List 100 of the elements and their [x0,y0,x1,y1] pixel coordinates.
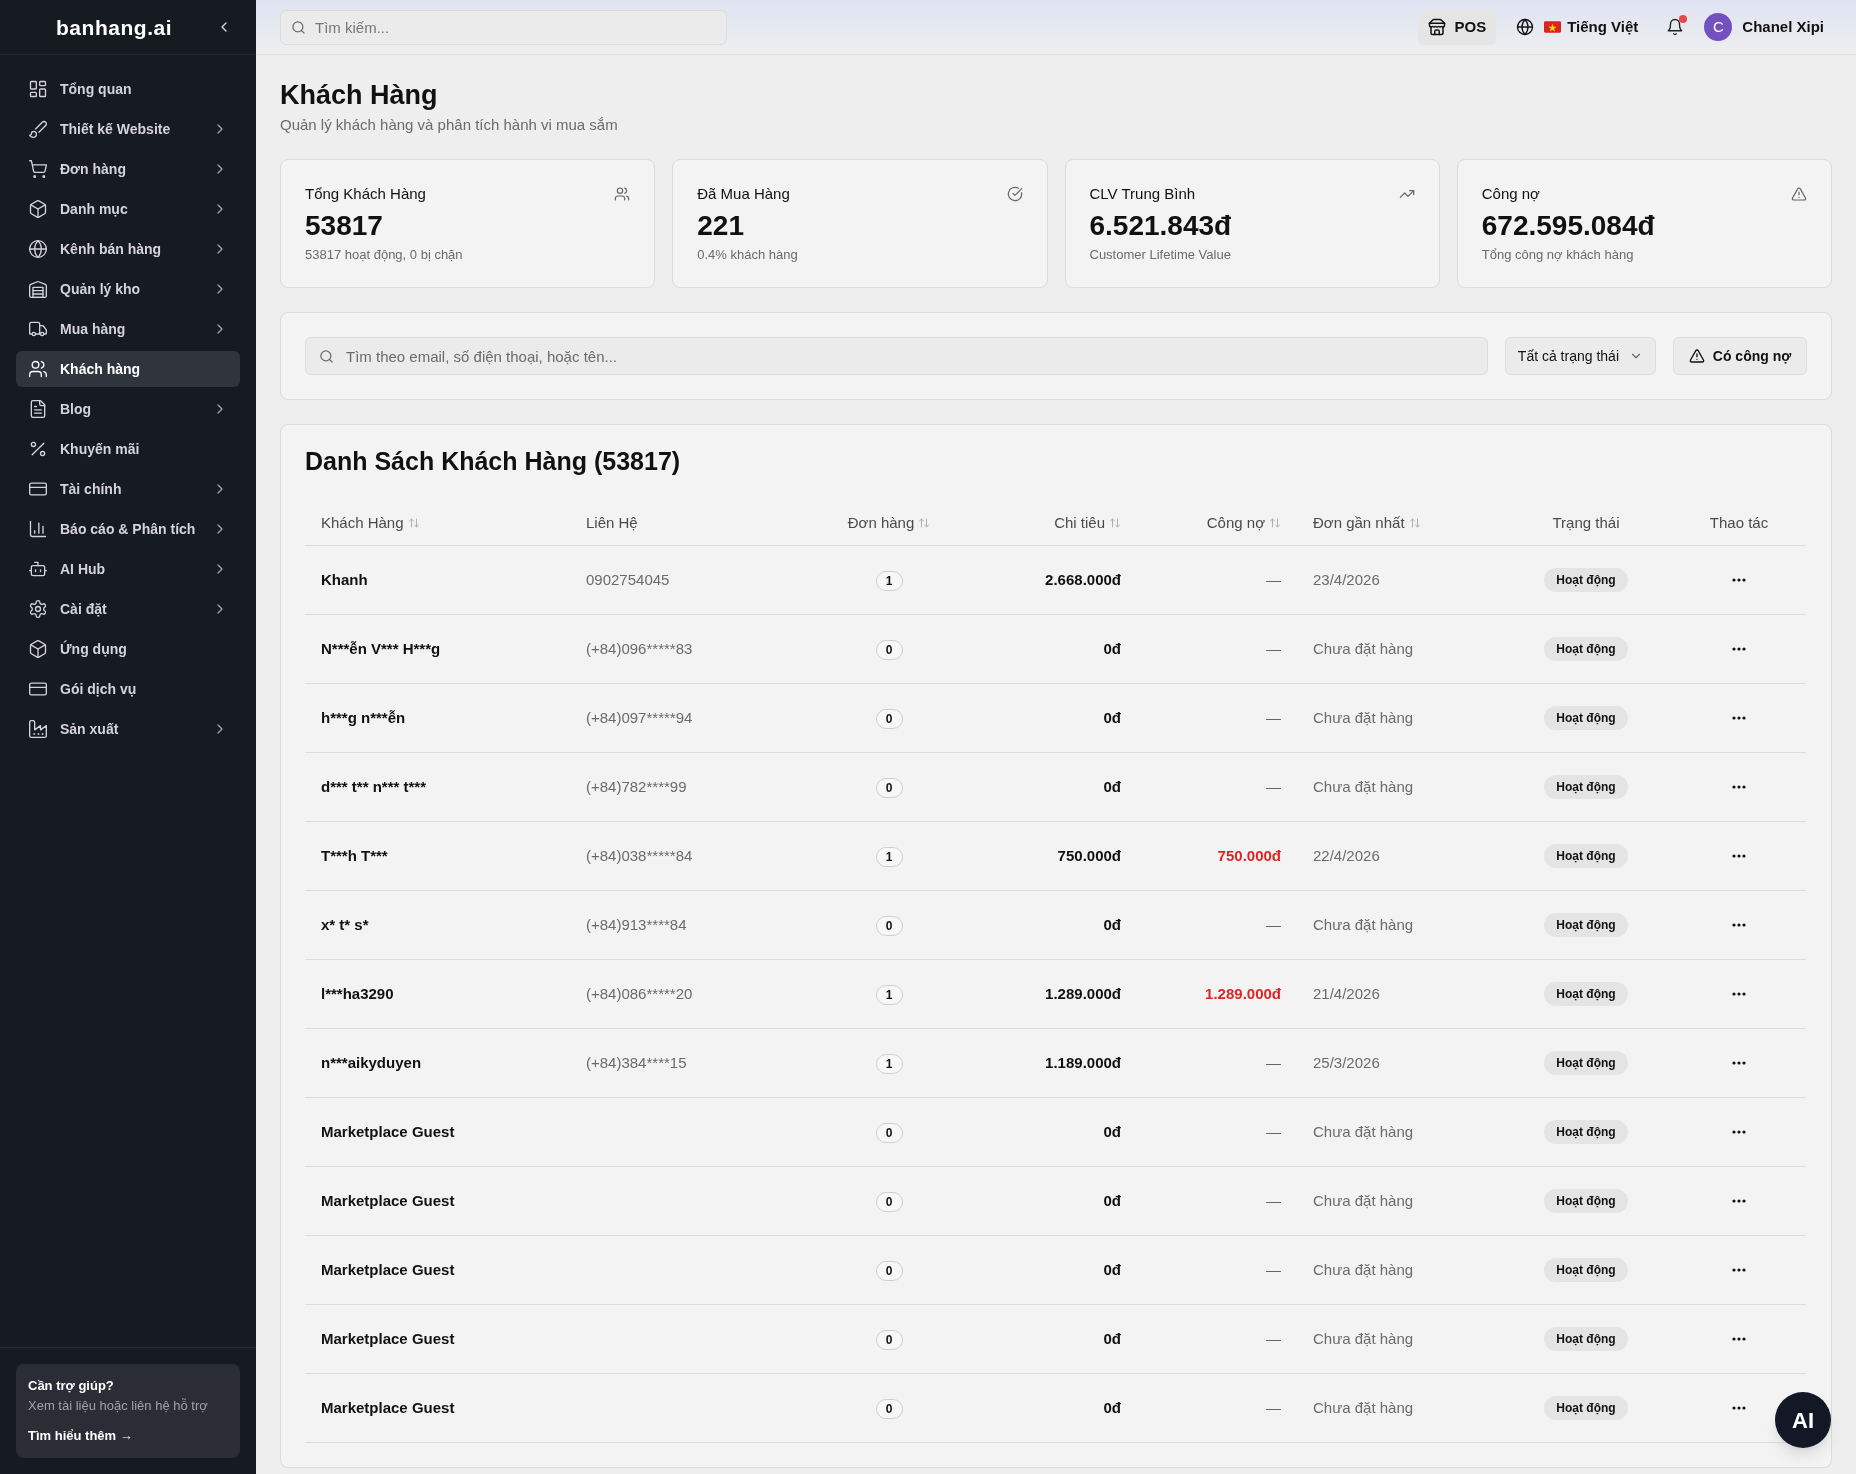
status-badge: Hoạt động [1544,1258,1628,1282]
box-icon [28,199,48,219]
customer-name[interactable]: Khanh [321,570,368,588]
sidebar-item[interactable]: Khách hàng [16,351,240,387]
more-icon[interactable] [1732,923,1746,928]
customer-name[interactable]: Marketplace Guest [321,1398,455,1416]
sidebar-item[interactable]: Gói dịch vụ [16,671,240,707]
more-icon[interactable] [1732,578,1746,583]
spent-amount: 0đ [1103,1260,1121,1278]
sidebar-item[interactable]: Danh mục [16,191,240,227]
last-order-date: 23/4/2026 [1313,570,1380,588]
more-icon[interactable] [1732,1130,1746,1135]
warehouse-icon [28,279,48,299]
bell-icon [1666,18,1685,36]
column-header: Trạng thái [1552,512,1620,533]
sidebar-item[interactable]: Tài chính [16,471,240,507]
customer-name[interactable]: h***g n***ễn [321,708,406,726]
learn-more-link[interactable]: Tìm hiểu thêm → [28,1426,133,1446]
column-header[interactable]: Công nợ [1206,511,1281,535]
more-icon[interactable] [1732,1061,1746,1066]
last-order-date: Chưa đặt hàng [1313,915,1414,933]
sidebar-item[interactable]: Mua hàng [16,311,240,347]
sidebar-item[interactable]: Báo cáo & Phân tích [16,511,240,547]
order-count-badge: 1 [875,1053,903,1074]
more-icon[interactable] [1732,647,1746,652]
last-order-date: Chưa đặt hàng [1313,1191,1414,1209]
order-count-badge: 0 [875,1329,903,1350]
pos-button[interactable]: POS [1418,9,1497,45]
status-badge: Hoạt động [1544,775,1628,799]
more-icon[interactable] [1732,992,1746,997]
last-order-date: Chưa đặt hàng [1313,639,1414,657]
sidebar-item[interactable]: Kênh bán hàng [16,231,240,267]
customer-search-field[interactable]: Tìm theo email, số điện thoại, hoặc tên... [305,337,1488,375]
customer-name[interactable]: Marketplace Guest [321,1329,455,1347]
debt-amount: — [1266,915,1281,933]
stat-value: 672.595.084đ [1481,209,1656,243]
more-icon[interactable] [1732,785,1746,790]
sidebar-item[interactable]: AI Hub [16,551,240,587]
last-order-date: Chưa đặt hàng [1313,1398,1414,1416]
customer-name[interactable]: d*** t** n*** t*** [321,777,427,795]
sidebar-item[interactable]: Blog [16,391,240,427]
check-circle-icon [1006,186,1023,202]
sidebar-item[interactable]: Khuyến mãi [16,431,240,467]
last-order-date: 21/4/2026 [1313,984,1380,1002]
column-header: Liên Hệ [586,512,638,533]
status-select[interactable]: Tất cả trạng thái [1504,337,1656,375]
stat-label: Tổng Khách Hàng [305,184,426,204]
bar-chart-icon [28,519,48,539]
phone-number: (+84)913****84 [586,915,687,933]
stat-label: Đã Mua Hàng [697,184,790,204]
sidebar-item[interactable]: Cài đặt [16,591,240,627]
logo[interactable]: banhang.ai [56,16,173,38]
order-count-badge: 0 [875,777,903,798]
spent-amount: 1.289.000đ [1045,984,1121,1002]
more-icon[interactable] [1732,1199,1746,1204]
customer-name[interactable]: T***h T*** [321,846,388,864]
sidebar-item[interactable]: Thiết kế Website [16,111,240,147]
percent-icon [28,439,48,459]
spent-amount: 0đ [1103,1329,1121,1347]
order-count-badge: 1 [875,570,903,591]
customer-name[interactable]: Marketplace Guest [321,1260,455,1278]
more-icon[interactable] [1732,1406,1746,1411]
status-badge: Hoạt động [1544,844,1628,868]
spent-amount: 2.668.000đ [1045,570,1121,588]
column-header[interactable]: Đơn gần nhất [1313,511,1421,535]
user-avatar[interactable]: C [1704,13,1733,41]
more-icon[interactable] [1732,716,1746,721]
store-icon [1428,18,1447,36]
debt-amount: — [1266,1260,1281,1278]
more-icon[interactable] [1732,1268,1746,1273]
search-field[interactable]: Tìm kiếm... [280,9,727,45]
more-icon[interactable] [1732,854,1746,859]
customer-name[interactable]: Marketplace Guest [321,1191,455,1209]
customer-name[interactable]: N***ễn V*** H***g [321,639,441,657]
debt-filter-button[interactable]: Có công nợ [1673,337,1807,375]
column-header[interactable]: Khách Hàng [321,511,420,535]
spent-amount: 0đ [1103,777,1121,795]
column-header[interactable]: Chi tiêu [1054,511,1121,535]
customer-name[interactable]: Marketplace Guest [321,1122,455,1140]
customer-name[interactable]: x* t* s* [321,915,369,933]
phone-number: (+84)097*****94 [586,708,693,726]
truck-icon [28,319,48,339]
sidebar-item[interactable]: Đơn hàng [16,151,240,187]
debt-amount: — [1266,1053,1281,1071]
more-icon[interactable] [1732,1337,1746,1342]
order-count-badge: 0 [875,1191,903,1212]
status-badge: Hoạt động [1544,568,1628,592]
order-count-badge: 0 [875,1122,903,1143]
order-count-badge: 1 [875,846,903,867]
sidebar-item[interactable]: Quản lý kho [16,271,240,307]
sidebar-item[interactable]: Tổng quan [16,71,240,107]
sidebar-item[interactable]: Sản xuất [16,711,240,747]
status-badge: Hoạt động [1544,1120,1628,1144]
column-header[interactable]: Đơn hàng [847,511,931,535]
language-selector[interactable]: Tiếng Việt [1516,15,1639,39]
notifications-button[interactable] [1666,18,1685,36]
customer-name[interactable]: l***ha3290 [321,984,394,1002]
user-name[interactable]: Chanel Xipi [1742,15,1824,39]
sidebar-item[interactable]: Ứng dụng [16,631,240,667]
customer-name[interactable]: n***aikyduyen [321,1053,422,1071]
